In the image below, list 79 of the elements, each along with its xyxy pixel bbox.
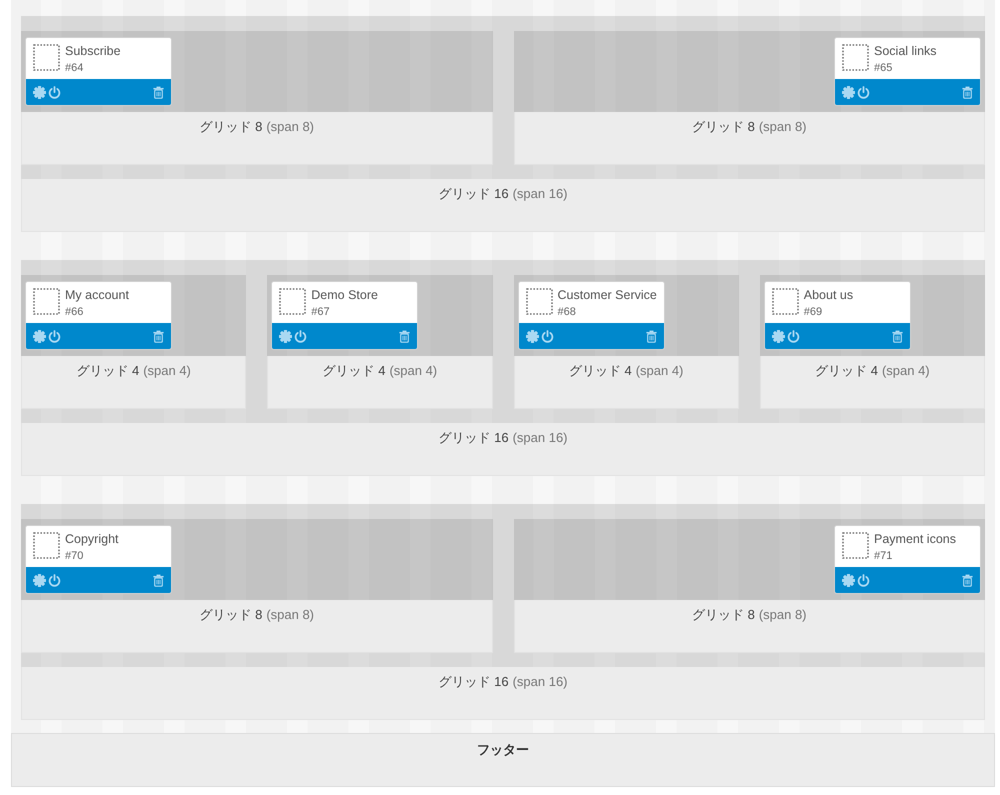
trash-icon[interactable] [646,330,656,342]
footer-label: フッター [477,741,529,759]
module-card[interactable]: Demo Store #67 [271,281,418,350]
grid-label: グリッド 8 [692,606,755,624]
grid-label: グリッド 4 [568,362,632,380]
module-card[interactable]: Subscribe #64 [25,37,172,106]
span-label: (span 16) [512,429,568,447]
module-title: Copyright [65,531,118,547]
module-title: Payment icons [874,531,956,547]
dotted-square-icon [842,44,869,71]
settings-icon[interactable] [772,330,785,342]
grid-label: グリッド 16 [438,429,509,447]
trash-icon[interactable] [153,574,164,586]
span-label: (span 16) [512,673,568,691]
span-label: (span 8) [266,606,314,624]
dotted-square-icon [33,44,60,71]
module-card[interactable]: About us #69 [764,281,911,350]
power-icon[interactable] [48,86,61,98]
settings-icon[interactable] [842,574,855,586]
module-number: #67 [311,305,330,319]
power-icon[interactable] [786,330,800,342]
trash-icon[interactable] [962,86,973,98]
module-title: About us [804,287,854,303]
dotted-square-icon [772,288,799,315]
module-title: Demo Store [311,287,378,303]
module-title: Social links [874,43,937,59]
span-label: (span 16) [512,185,568,203]
grid-label: グリッド 4 [815,362,878,380]
span-label: (span 8) [758,606,807,624]
trash-icon[interactable] [153,330,164,342]
module-number: #70 [65,549,84,563]
module-card[interactable]: My account #66 [25,281,172,350]
power-icon[interactable] [48,330,61,342]
module-number: #66 [65,305,84,319]
grid-label: グリッド 4 [322,362,386,380]
span-label: (span 4) [882,362,930,380]
module-card[interactable]: Customer Service #68 [518,281,664,350]
span-label: (span 8) [758,118,807,136]
grid-label: グリッド 4 [76,362,140,380]
dotted-square-icon [842,532,869,559]
power-icon[interactable] [857,574,870,586]
span-label: (span 4) [636,362,684,380]
grid-label: グリッド 8 [692,118,755,136]
settings-icon[interactable] [279,330,292,342]
settings-icon[interactable] [33,86,46,98]
module-number: #68 [558,305,576,319]
module-number: #69 [804,305,822,319]
settings-icon[interactable] [842,86,855,98]
trash-icon[interactable] [399,330,410,342]
module-title: Customer Service [558,287,657,303]
module-number: #65 [874,61,892,75]
span-label: (span 4) [389,362,438,380]
grid-label: グリッド 8 [199,606,262,624]
module-number: #64 [65,61,84,75]
module-card[interactable]: Social links #65 [834,37,981,106]
power-icon[interactable] [294,330,308,342]
power-icon[interactable] [48,574,61,586]
power-icon[interactable] [540,330,554,342]
power-icon[interactable] [857,86,870,98]
module-title: Subscribe [65,43,121,59]
settings-icon[interactable] [33,574,46,586]
grid-label: グリッド 16 [438,185,509,203]
settings-icon[interactable] [33,330,46,342]
dotted-square-icon [279,288,306,315]
module-number: #71 [874,549,892,563]
settings-icon[interactable] [526,330,538,342]
trash-icon[interactable] [153,86,164,98]
module-title: My account [65,287,129,303]
span-label: (span 8) [266,118,314,136]
trash-icon[interactable] [892,330,903,342]
trash-icon[interactable] [962,574,973,586]
module-card[interactable]: Payment icons #71 [834,525,981,594]
module-card[interactable]: Copyright #70 [25,525,172,594]
span-label: (span 4) [143,362,191,380]
dotted-square-icon [33,288,60,315]
dotted-square-icon [526,288,552,315]
dotted-square-icon [33,532,60,559]
grid-label: グリッド 16 [438,673,509,691]
grid-label: グリッド 8 [199,118,262,136]
